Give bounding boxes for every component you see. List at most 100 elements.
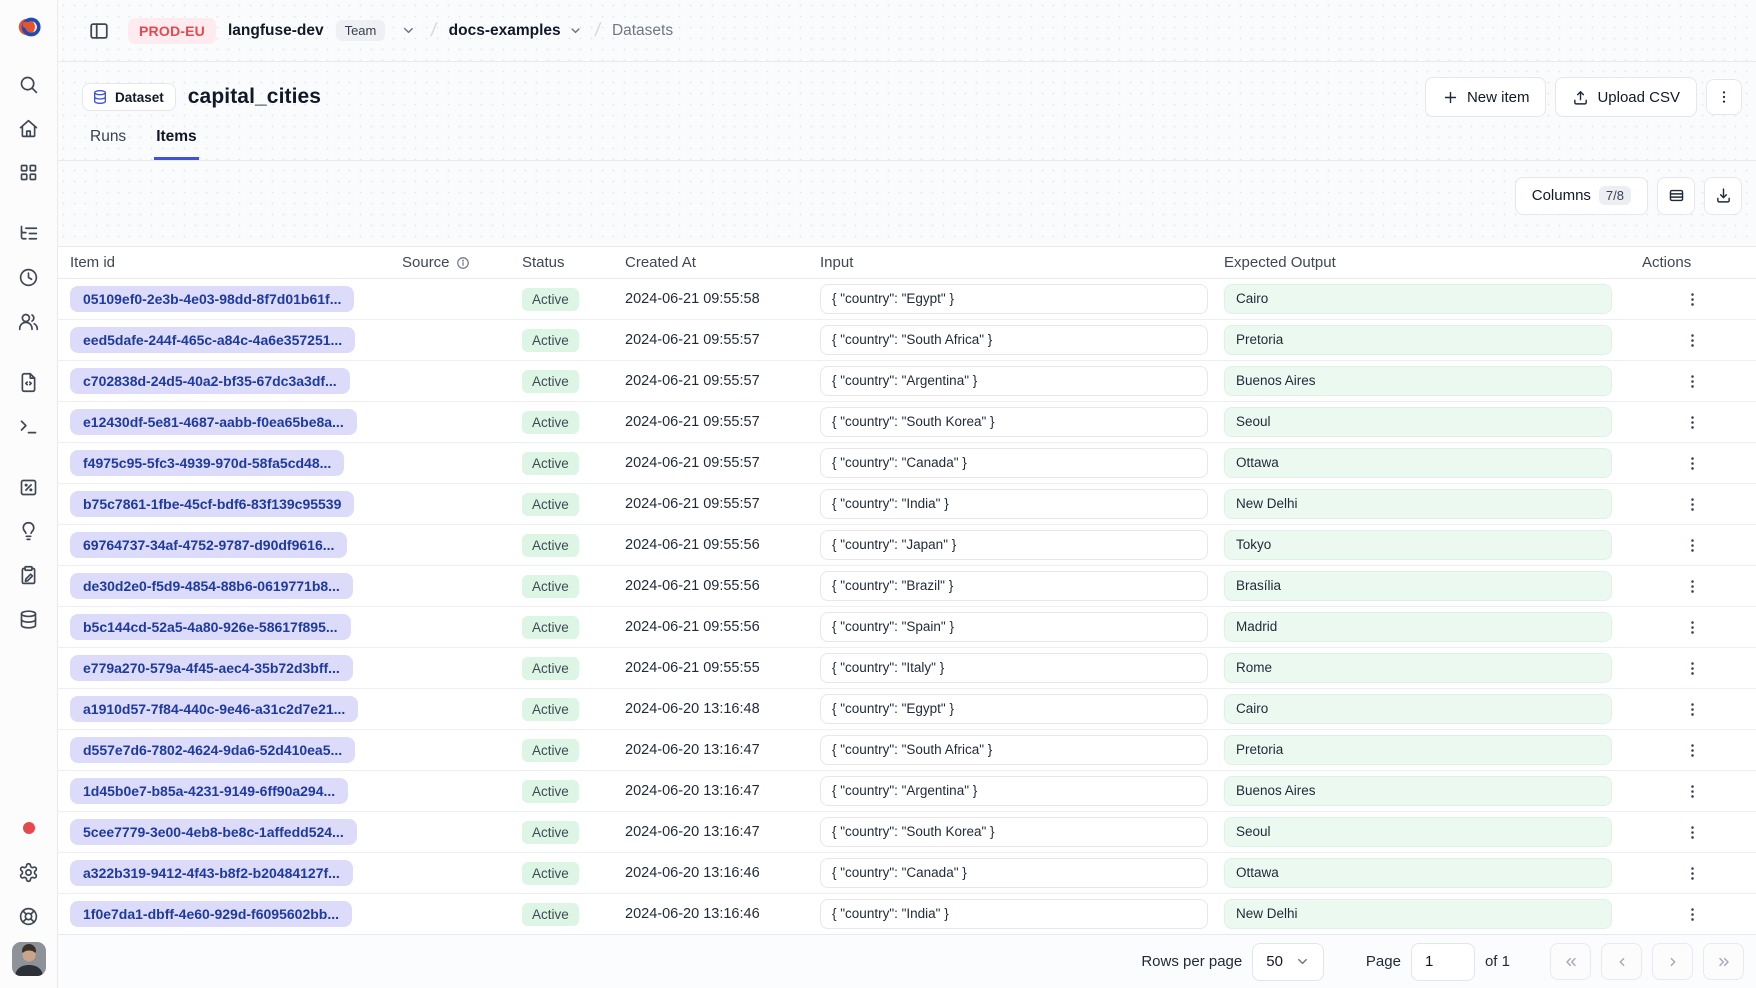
row-actions-button[interactable] xyxy=(1677,489,1707,519)
input-cell[interactable]: { "country": "Brazil" } xyxy=(820,571,1208,601)
expected-output-cell[interactable]: New Delhi xyxy=(1224,489,1612,519)
expected-output-cell[interactable]: New Delhi xyxy=(1224,899,1612,929)
new-item-button[interactable]: New item xyxy=(1425,77,1547,117)
sidebar-item-home[interactable] xyxy=(11,110,47,146)
row-actions-button[interactable] xyxy=(1677,448,1707,478)
row-actions-button[interactable] xyxy=(1677,653,1707,683)
row-actions-button[interactable] xyxy=(1677,817,1707,847)
sidebar-item-playground[interactable] xyxy=(11,408,47,444)
tab-items[interactable]: Items xyxy=(154,120,199,160)
row-actions-button[interactable] xyxy=(1677,858,1707,888)
item-id-badge[interactable]: b75c7861-1fbe-45cf-bdf6-83f139c95539 xyxy=(70,491,354,517)
column-header-status[interactable]: Status xyxy=(522,254,625,271)
expected-output-cell[interactable]: Pretoria xyxy=(1224,325,1612,355)
row-actions-button[interactable] xyxy=(1677,407,1707,437)
next-page-button[interactable] xyxy=(1652,943,1693,980)
item-id-badge[interactable]: a322b319-9412-4f43-b8f2-b20484127f... xyxy=(70,860,353,886)
input-cell[interactable]: { "country": "Argentina" } xyxy=(820,776,1208,806)
recording-status-button[interactable] xyxy=(11,810,47,846)
item-id-badge[interactable]: 05109ef0-2e3b-4e03-98dd-8f7d01b61f... xyxy=(70,286,354,312)
breadcrumb-section[interactable]: Datasets xyxy=(612,22,673,40)
sidebar-item-search[interactable] xyxy=(11,66,47,102)
input-cell[interactable]: { "country": "Egypt" } xyxy=(820,694,1208,724)
column-header-source[interactable]: Source xyxy=(402,254,522,271)
item-id-badge[interactable]: e12430df-5e81-4687-aabb-f0ea65be8a... xyxy=(70,409,357,435)
item-id-badge[interactable]: a1910d57-7f84-440c-9e46-a31c2d7e21... xyxy=(70,696,358,722)
expected-output-cell[interactable]: Ottawa xyxy=(1224,858,1612,888)
expected-output-cell[interactable]: Buenos Aires xyxy=(1224,366,1612,396)
page-number-input[interactable] xyxy=(1411,943,1475,981)
upload-csv-button[interactable]: Upload CSV xyxy=(1555,77,1697,117)
sidebar-item-evaluation[interactable] xyxy=(11,469,47,505)
sidebar-item-settings[interactable] xyxy=(11,854,47,890)
item-id-badge[interactable]: 5cee7779-3e00-4eb8-be8c-1affedd524... xyxy=(70,819,357,845)
rows-per-page-select[interactable]: 50 xyxy=(1252,943,1324,981)
sidebar-item-prompts[interactable] xyxy=(11,364,47,400)
row-actions-button[interactable] xyxy=(1677,530,1707,560)
expected-output-cell[interactable]: Rome xyxy=(1224,653,1612,683)
export-download-button[interactable] xyxy=(1704,177,1742,215)
item-id-badge[interactable]: c702838d-24d5-40a2-bf35-67dc3a3df... xyxy=(70,368,350,394)
column-header-expected-output[interactable]: Expected Output xyxy=(1224,254,1628,271)
item-id-badge[interactable]: eed5dafe-244f-465c-a84c-4a6e357251... xyxy=(70,327,355,353)
row-actions-button[interactable] xyxy=(1677,284,1707,314)
input-cell[interactable]: { "country": "Argentina" } xyxy=(820,366,1208,396)
row-actions-button[interactable] xyxy=(1677,366,1707,396)
column-header-input[interactable]: Input xyxy=(820,254,1224,271)
input-cell[interactable]: { "country": "South Africa" } xyxy=(820,325,1208,355)
sidebar-item-insights[interactable] xyxy=(11,513,47,549)
last-page-button[interactable] xyxy=(1703,943,1744,980)
row-height-button[interactable] xyxy=(1657,177,1695,215)
expected-output-cell[interactable]: Seoul xyxy=(1224,407,1612,437)
column-header-item-id[interactable]: Item id xyxy=(70,254,402,271)
row-actions-button[interactable] xyxy=(1677,325,1707,355)
sidebar-item-support[interactable] xyxy=(11,898,47,934)
sidebar-item-users[interactable] xyxy=(11,303,47,339)
row-actions-button[interactable] xyxy=(1677,899,1707,929)
input-cell[interactable]: { "country": "Spain" } xyxy=(820,612,1208,642)
input-cell[interactable]: { "country": "Italy" } xyxy=(820,653,1208,683)
tab-runs[interactable]: Runs xyxy=(88,120,128,160)
columns-button[interactable]: Columns 7/8 xyxy=(1515,177,1648,215)
input-cell[interactable]: { "country": "India" } xyxy=(820,899,1208,929)
input-cell[interactable]: { "country": "South Korea" } xyxy=(820,817,1208,847)
sidebar-toggle-button[interactable] xyxy=(82,14,116,48)
input-cell[interactable]: { "country": "Canada" } xyxy=(820,858,1208,888)
input-cell[interactable]: { "country": "Egypt" } xyxy=(820,284,1208,314)
row-actions-button[interactable] xyxy=(1677,776,1707,806)
item-id-badge[interactable]: de30d2e0-f5d9-4854-88b6-0619771b8... xyxy=(70,573,353,599)
item-id-badge[interactable]: f4975c95-5fc3-4939-970d-58fa5cd48... xyxy=(70,450,344,476)
expected-output-cell[interactable]: Brasília xyxy=(1224,571,1612,601)
page-more-actions-button[interactable] xyxy=(1706,79,1742,115)
row-actions-button[interactable] xyxy=(1677,694,1707,724)
item-id-badge[interactable]: e779a270-579a-4f45-aec4-35b72d3bff... xyxy=(70,655,353,681)
item-id-badge[interactable]: 1f0e7da1-dbff-4e60-929d-f6095602bb... xyxy=(70,901,352,927)
expected-output-cell[interactable]: Cairo xyxy=(1224,694,1612,724)
row-actions-button[interactable] xyxy=(1677,735,1707,765)
item-id-badge[interactable]: 1d45b0e7-b85a-4231-9149-6ff90a294... xyxy=(70,778,348,804)
expected-output-cell[interactable]: Buenos Aires xyxy=(1224,776,1612,806)
breadcrumb-project[interactable]: docs-examples xyxy=(449,22,583,40)
previous-page-button[interactable] xyxy=(1601,943,1642,980)
input-cell[interactable]: { "country": "India" } xyxy=(820,489,1208,519)
input-cell[interactable]: { "country": "South Africa" } xyxy=(820,735,1208,765)
first-page-button[interactable] xyxy=(1550,943,1591,980)
item-id-badge[interactable]: 69764737-34af-4752-9787-d90df9616... xyxy=(70,532,347,558)
user-avatar[interactable] xyxy=(12,942,46,976)
sidebar-item-tracing[interactable] xyxy=(11,215,47,251)
sidebar-item-annotation[interactable] xyxy=(11,557,47,593)
expected-output-cell[interactable]: Ottawa xyxy=(1224,448,1612,478)
expected-output-cell[interactable]: Seoul xyxy=(1224,817,1612,847)
breadcrumb-org[interactable]: langfuse-dev xyxy=(228,22,324,40)
item-id-badge[interactable]: d557e7d6-7802-4624-9da6-52d410ea5... xyxy=(70,737,355,763)
sidebar-item-dashboards[interactable] xyxy=(11,154,47,190)
input-cell[interactable]: { "country": "Japan" } xyxy=(820,530,1208,560)
sidebar-item-datasets[interactable] xyxy=(11,601,47,637)
org-switcher-button[interactable] xyxy=(397,20,419,42)
expected-output-cell[interactable]: Madrid xyxy=(1224,612,1612,642)
row-actions-button[interactable] xyxy=(1677,612,1707,642)
input-cell[interactable]: { "country": "South Korea" } xyxy=(820,407,1208,437)
row-actions-button[interactable] xyxy=(1677,571,1707,601)
input-cell[interactable]: { "country": "Canada" } xyxy=(820,448,1208,478)
item-id-badge[interactable]: b5c144cd-52a5-4a80-926e-58617f895... xyxy=(70,614,351,640)
